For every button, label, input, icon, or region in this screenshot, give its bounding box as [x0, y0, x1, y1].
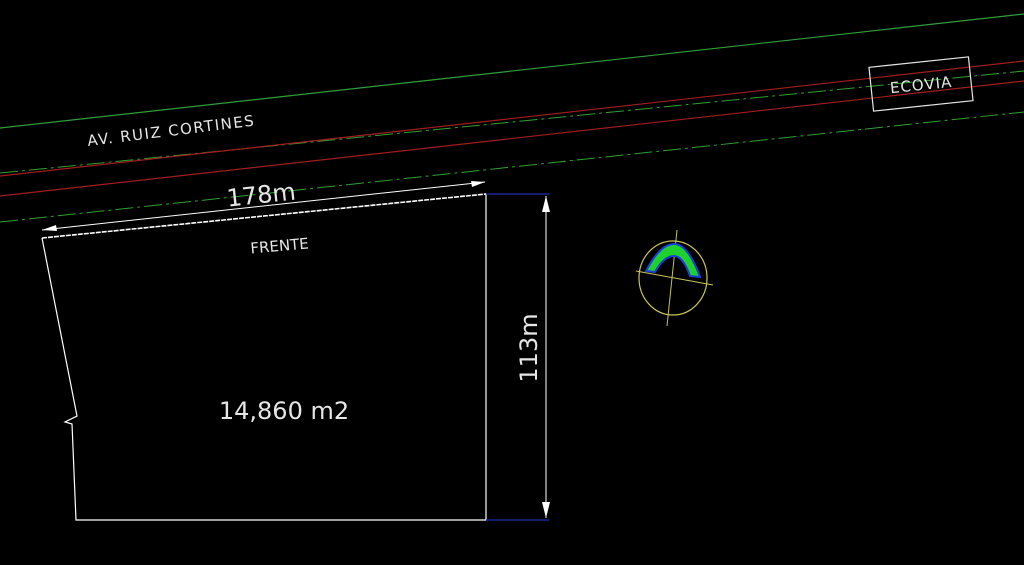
- ecovia-label: ECOVIA: [889, 73, 953, 97]
- road-label: AV. RUIZ CORTINES: [86, 112, 256, 150]
- dimension-height-arrow-top: [542, 196, 550, 212]
- dimension-width-arrow-left: [42, 225, 57, 231]
- dimension-width-arrow-right: [471, 181, 485, 187]
- dimension-height-label: 113m: [515, 313, 543, 382]
- cad-drawing-canvas: AV. RUIZ CORTINES ECOVIA 178m 113m FRENT…: [0, 13, 1024, 521]
- north-arrow-icon: [635, 229, 714, 327]
- area-label: 14,860 m2: [219, 397, 349, 425]
- dimension-height-arrow-bottom: [542, 502, 550, 518]
- ecovia-box: ECOVIA: [868, 56, 974, 112]
- front-label: FRENTE: [250, 235, 310, 258]
- road-edge-green-line: [0, 13, 1024, 129]
- north-arrow-axis-horizontal: [635, 270, 714, 286]
- dimension-width-label: 178m: [225, 178, 297, 213]
